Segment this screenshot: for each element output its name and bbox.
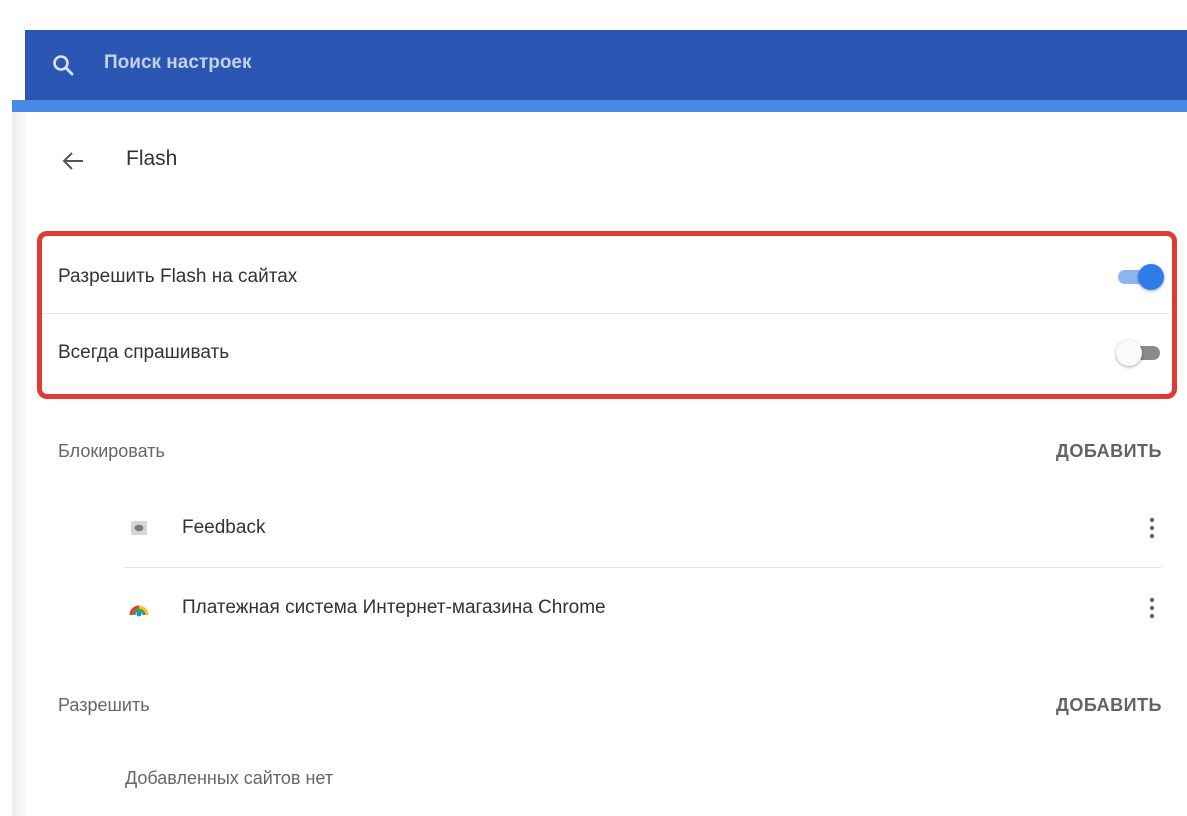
header-shadow-strip (12, 100, 1187, 112)
always-ask-toggle[interactable] (1116, 339, 1164, 367)
search-input[interactable]: Поиск настроек (104, 52, 252, 74)
more-vert-icon[interactable] (1142, 593, 1162, 623)
search-bar[interactable]: Поиск настроек (25, 30, 1187, 100)
toggle-knob (1138, 264, 1164, 290)
site-divider (124, 567, 1162, 568)
toggle-knob (1116, 340, 1142, 366)
allow-flash-row[interactable]: Разрешить Flash на сайтах (58, 261, 1164, 293)
block-add-button[interactable]: ДОБАВИТЬ (1056, 441, 1162, 462)
always-ask-label: Всегда спрашивать (58, 342, 230, 363)
more-vert-icon[interactable] (1142, 513, 1162, 543)
page-left-edge (12, 112, 26, 816)
row-divider (43, 313, 1171, 314)
chrome-webstore-icon (128, 597, 150, 619)
site-name: Feedback (182, 517, 266, 538)
arrow-back-icon[interactable] (60, 147, 88, 175)
highlight-annotation-box (37, 231, 1177, 399)
block-site-feedback[interactable]: Feedback (128, 511, 1162, 545)
feedback-icon (128, 517, 150, 539)
allow-add-button[interactable]: ДОБАВИТЬ (1056, 695, 1162, 716)
page-title: Flash (126, 147, 178, 170)
window-top-area (0, 0, 1187, 30)
back-navigation (60, 143, 88, 179)
allow-empty-text: Добавленных сайтов нет (125, 768, 334, 788)
block-section-label: Блокировать (58, 440, 165, 461)
site-name: Платежная система Интернет-магазина Chro… (182, 597, 606, 618)
allow-flash-toggle[interactable] (1116, 263, 1164, 291)
block-site-payment[interactable]: Платежная система Интернет-магазина Chro… (128, 591, 1162, 625)
allow-flash-label: Разрешить Flash на сайтах (58, 266, 298, 287)
allow-section-header: Разрешить ДОБАВИТЬ (58, 690, 1162, 720)
allow-section-label: Разрешить (58, 694, 150, 715)
search-icon[interactable] (51, 53, 75, 77)
block-section-header: Блокировать ДОБАВИТЬ (58, 436, 1162, 466)
always-ask-row[interactable]: Всегда спрашивать (58, 337, 1164, 369)
